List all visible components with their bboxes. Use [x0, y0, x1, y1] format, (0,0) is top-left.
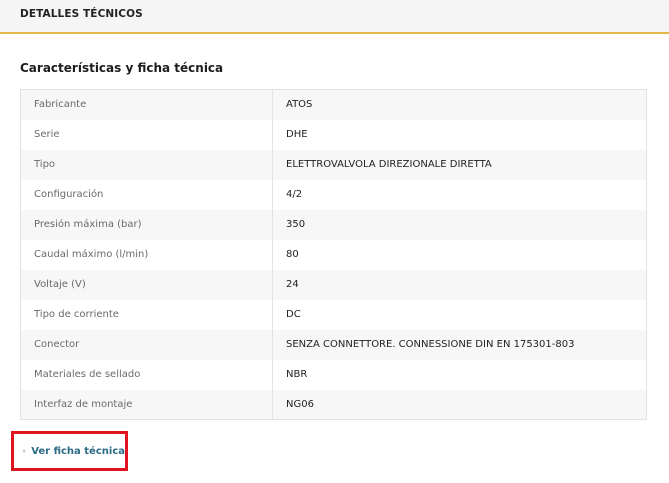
spec-label: Serie [20, 119, 273, 150]
spec-value: 80 [272, 239, 647, 270]
spec-value: 24 [272, 269, 647, 300]
spec-row-serie: Serie DHE [20, 119, 647, 150]
spec-label: Fabricante [20, 89, 273, 120]
spec-row-tipo-corriente: Tipo de corriente DC [20, 299, 647, 330]
spec-label: Presión máxima (bar) [20, 209, 273, 240]
spec-label: Voltaje (V) [20, 269, 273, 300]
spec-row-materiales-sellado: Materiales de sellado NBR [20, 359, 647, 390]
spec-value: ELETTROVALVOLA DIREZIONALE DIRETTA [272, 149, 647, 180]
tab-header: DETALLES TÉCNICOS [0, 0, 669, 34]
spec-row-conector: Conector SENZA CONNETTORE. CONNESSIONE D… [20, 329, 647, 360]
tab-title[interactable]: DETALLES TÉCNICOS [20, 8, 143, 20]
spec-row-fabricante: Fabricante ATOS [20, 89, 647, 120]
spec-value: NG06 [272, 389, 647, 420]
spec-row-presion-maxima: Presión máxima (bar) 350 [20, 209, 647, 240]
spec-row-interfaz-montaje: Interfaz de montaje NG06 [20, 389, 647, 420]
spec-row-voltaje: Voltaje (V) 24 [20, 269, 647, 300]
spec-row-caudal-maximo: Caudal máximo (l/min) 80 [20, 239, 647, 270]
spec-value: 350 [272, 209, 647, 240]
view-datasheet-label: Ver ficha técnica [31, 445, 125, 457]
spec-value: NBR [272, 359, 647, 390]
spec-row-tipo: Tipo ELETTROVALVOLA DIREZIONALE DIRETTA [20, 149, 647, 180]
section-title: Características y ficha técnica [20, 61, 224, 75]
spec-row-configuracion: Configuración 4/2 [20, 179, 647, 210]
spec-label: Tipo [20, 149, 273, 180]
spec-value: DC [272, 299, 647, 330]
spec-label: Interfaz de montaje [20, 389, 273, 420]
spec-label: Configuración [20, 179, 273, 210]
spec-label: Conector [20, 329, 273, 360]
spec-value: SENZA CONNETTORE. CONNESSIONE DIN EN 175… [272, 329, 647, 360]
spec-value: ATOS [272, 89, 647, 120]
spec-label: Caudal máximo (l/min) [20, 239, 273, 270]
specs-table: Fabricante ATOS Serie DHE Tipo ELETTROVA… [20, 89, 647, 420]
spec-label: Materiales de sellado [20, 359, 273, 390]
spec-value: DHE [272, 119, 647, 150]
document-icon [23, 449, 26, 453]
spec-label: Tipo de corriente [20, 299, 273, 330]
spec-value: 4/2 [272, 179, 647, 210]
view-datasheet-link[interactable]: Ver ficha técnica [11, 431, 128, 471]
